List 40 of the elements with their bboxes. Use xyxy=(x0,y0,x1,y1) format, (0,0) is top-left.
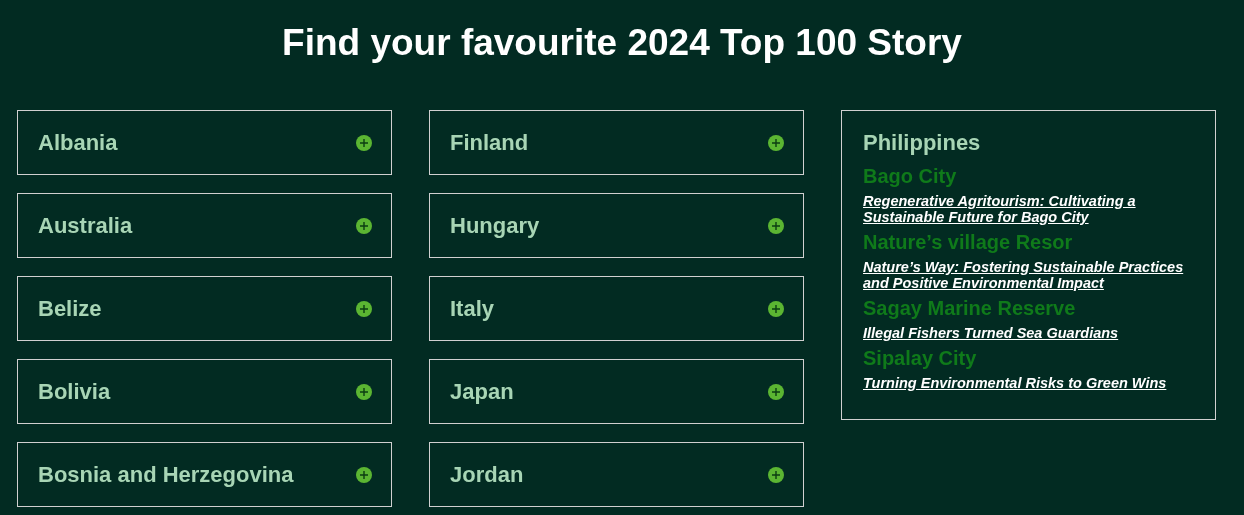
plus-circle-icon xyxy=(356,383,372,400)
country-name: Australia xyxy=(38,212,133,240)
plus-circle-icon xyxy=(356,217,372,234)
country-name: Bolivia xyxy=(38,378,111,406)
place-heading: Nature’s village Resor xyxy=(863,230,1074,255)
story-link[interactable]: Regenerative Agritourism: Cultivating a Sustainable Future for Bago City xyxy=(863,193,1194,225)
plus-circle-icon xyxy=(768,300,784,317)
country-name: Bosnia and Herzegovina xyxy=(38,461,294,489)
country-toggle[interactable]: Australia xyxy=(17,193,392,258)
country-toggle[interactable]: Japan xyxy=(429,359,804,424)
plus-circle-icon xyxy=(768,383,784,400)
place-heading: Bago City xyxy=(863,164,958,189)
plus-circle-icon xyxy=(768,134,784,151)
plus-circle-icon xyxy=(768,466,784,483)
country-toggle[interactable]: Finland xyxy=(429,110,804,175)
plus-circle-icon xyxy=(356,466,372,483)
country-name[interactable]: Philippines xyxy=(863,129,1194,157)
plus-circle-icon xyxy=(768,217,784,234)
page-title: Find your favourite 2024 Top 100 Story xyxy=(281,21,963,65)
country-toggle[interactable]: Italy xyxy=(429,276,804,341)
country-toggle[interactable]: Albania xyxy=(17,110,392,175)
country-toggle[interactable]: Jordan xyxy=(429,442,804,507)
country-name: Belize xyxy=(38,295,102,323)
place-heading: Sipalay City xyxy=(863,346,978,371)
country-name: Hungary xyxy=(450,212,540,240)
country-name: Jordan xyxy=(450,461,524,489)
story-link[interactable]: Nature’s Way: Fostering Sustainable Practices and Positive Environmental Impact xyxy=(863,259,1194,291)
country-name: Albania xyxy=(38,129,118,157)
country-name: Japan xyxy=(450,378,514,406)
country-toggle[interactable]: Hungary xyxy=(429,193,804,258)
story-link[interactable]: Illegal Fishers Turned Sea Guardians xyxy=(863,325,1194,341)
country-name: Italy xyxy=(450,295,495,323)
plus-circle-icon xyxy=(356,300,372,317)
country-name: Finland xyxy=(450,129,529,157)
place-heading: Sagay Marine Reserve xyxy=(863,296,1077,321)
country-toggle[interactable]: Belize xyxy=(17,276,392,341)
country-toggle[interactable]: Bosnia and Herzegovina xyxy=(17,442,392,507)
plus-circle-icon xyxy=(356,134,372,151)
country-toggle[interactable]: Bolivia xyxy=(17,359,392,424)
story-link[interactable]: Turning Environmental Risks to Green Wins xyxy=(863,375,1194,391)
